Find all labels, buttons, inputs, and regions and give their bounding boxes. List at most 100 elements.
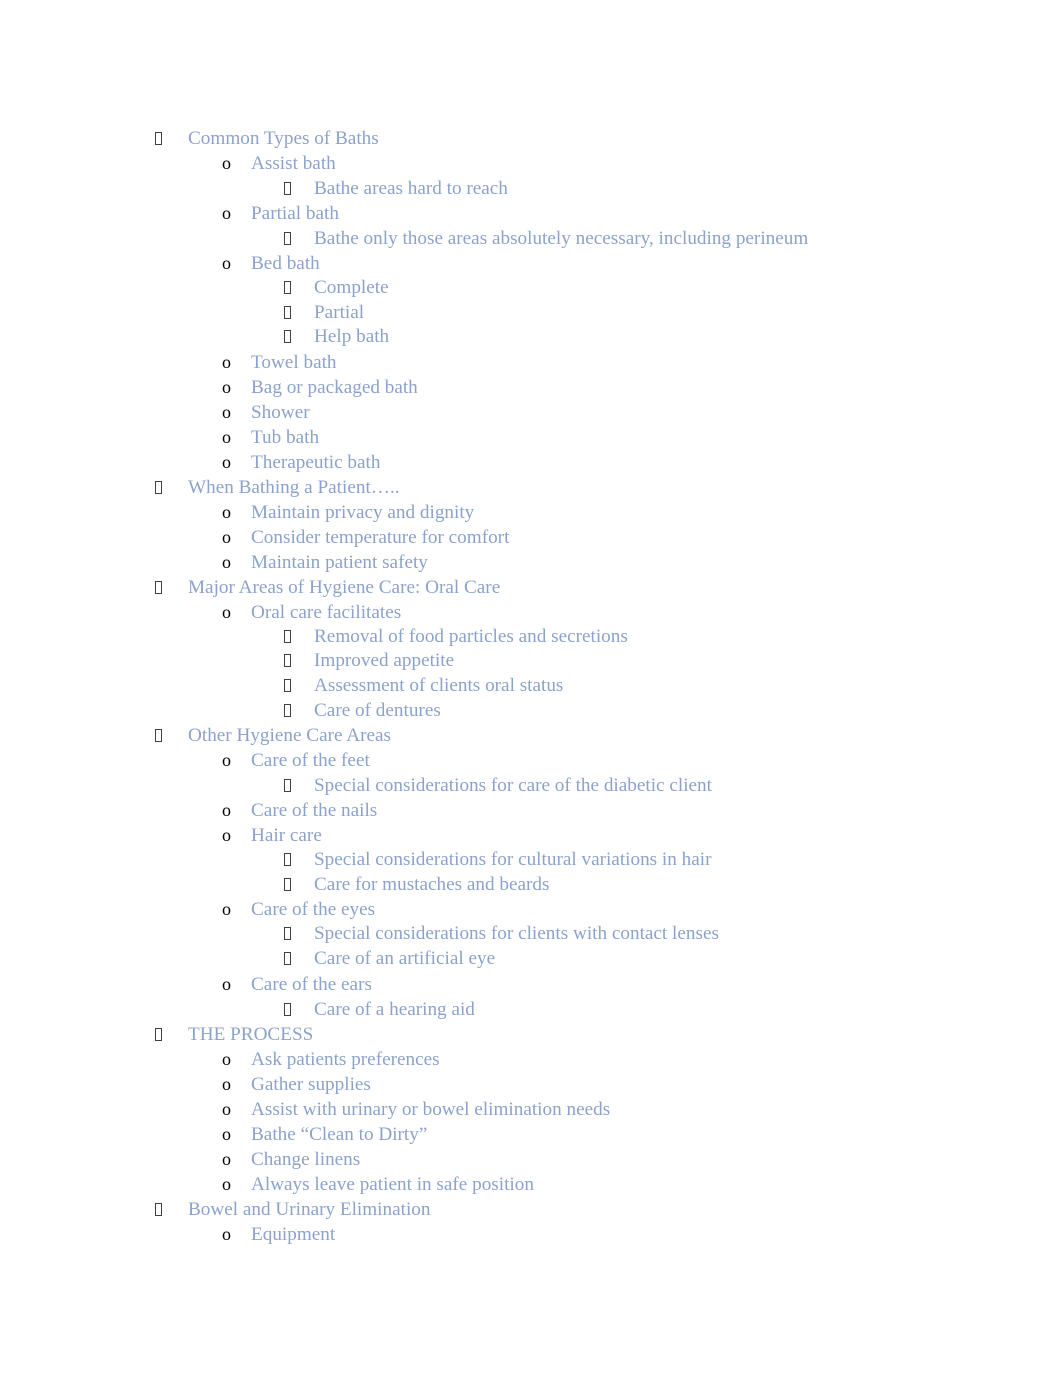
bullet-box-icon bbox=[155, 126, 162, 151]
outline-item-label: Consider temperature for comfort bbox=[251, 526, 510, 548]
outline-item-level-2: o Care of the eyes bbox=[0, 897, 1062, 922]
outline-item-level-3: Help bath bbox=[0, 325, 1062, 350]
missing-glyph-box-icon bbox=[284, 853, 291, 867]
bullet-o-icon: o bbox=[222, 501, 231, 522]
outline-item-level-3: Care of dentures bbox=[0, 699, 1062, 724]
missing-glyph-box-icon bbox=[155, 1202, 162, 1216]
bullet-o-icon: o bbox=[222, 899, 231, 920]
outline-item-label: Assist with urinary or bowel elimination… bbox=[251, 1098, 611, 1120]
outline-item-label: Help bath bbox=[314, 326, 390, 348]
outline-item-level-1: Bowel and Urinary Elimination bbox=[0, 1197, 1062, 1222]
missing-glyph-box-icon bbox=[284, 232, 291, 245]
outline-item-label: Special considerations for care of the d… bbox=[314, 775, 712, 797]
outline-item-level-2: o Shower bbox=[0, 400, 1062, 425]
outline-item-label: Equipment bbox=[251, 1223, 336, 1245]
bullet-o-icon: o bbox=[222, 825, 231, 846]
bullet-o-icon: o bbox=[222, 973, 231, 994]
bullet-o-icon: o bbox=[222, 1073, 231, 1094]
outline-item-label: Bed bath bbox=[251, 253, 320, 274]
bullet-o-icon: o bbox=[222, 601, 231, 622]
bullet-box-icon bbox=[155, 475, 162, 500]
outline-item-level-3: Bathe areas hard to reach bbox=[0, 176, 1062, 201]
outline-item-level-3: Special considerations for cultural vari… bbox=[0, 848, 1062, 873]
outline-item-level-3: Special considerations for care of the d… bbox=[0, 773, 1062, 798]
outline-item-label: Bathe “Clean to Dirty” bbox=[251, 1123, 428, 1145]
bullet-o-icon: o bbox=[222, 451, 231, 472]
outline-item-level-2: o Equipment bbox=[0, 1222, 1062, 1247]
outline-item-level-3: Bathe only those areas absolutely necess… bbox=[0, 226, 1062, 251]
bullet-o-icon: o bbox=[222, 1098, 231, 1119]
missing-glyph-box-icon bbox=[284, 654, 291, 668]
outline-item-level-2: o Partial bath bbox=[0, 201, 1062, 226]
missing-glyph-box-icon bbox=[155, 132, 162, 145]
missing-glyph-box-icon bbox=[284, 629, 291, 643]
missing-glyph-box-icon bbox=[284, 877, 291, 891]
bullet-box-icon bbox=[284, 997, 291, 1022]
outline-item-level-2: o Gather supplies bbox=[0, 1072, 1062, 1097]
bullet-box-icon bbox=[284, 176, 291, 201]
outline-item-level-2: o Assist with urinary or bowel eliminatio… bbox=[0, 1097, 1062, 1122]
outline-item-label: Assist bath bbox=[251, 153, 336, 174]
outline-item-level-2: o Towel bath bbox=[0, 350, 1062, 375]
outline-item-level-3: Complete bbox=[0, 276, 1062, 301]
outline-item-level-3: Improved appetite bbox=[0, 649, 1062, 674]
outline-list: Common Types of Baths o Assist bath Bathe a… bbox=[0, 126, 1062, 1247]
bullet-box-icon bbox=[284, 848, 291, 873]
outline-item-level-1: When Bathing a Patient….. bbox=[0, 475, 1062, 500]
outline-item-level-1: Common Types of Baths bbox=[0, 126, 1062, 151]
outline-item-level-2: o Maintain patient safety bbox=[0, 550, 1062, 575]
bullet-o-icon: o bbox=[222, 203, 231, 223]
bullet-o-icon: o bbox=[222, 1123, 231, 1144]
outline-item-level-3: Special considerations for clients with … bbox=[0, 922, 1062, 947]
outline-item-level-2: o Care of the ears bbox=[0, 972, 1062, 997]
outline-item-level-2: o Bathe “Clean to Dirty” bbox=[0, 1122, 1062, 1147]
outline-item-level-2: o Consider temperature for comfort bbox=[0, 525, 1062, 550]
bullet-o-icon: o bbox=[222, 376, 231, 397]
outline-item-level-2: o Tub bath bbox=[0, 425, 1062, 450]
outline-item-label: Care of the eyes bbox=[251, 899, 376, 921]
bullet-o-icon: o bbox=[222, 750, 231, 771]
bullet-box-icon bbox=[284, 301, 291, 326]
outline-item-label: Tub bath bbox=[251, 426, 320, 448]
outline-item-level-3: Care of an artificial eye bbox=[0, 947, 1062, 972]
bullet-box-icon bbox=[284, 773, 291, 798]
outline-item-level-1: Major Areas of Hygiene Care: Oral Care bbox=[0, 575, 1062, 600]
missing-glyph-box-icon bbox=[284, 281, 291, 294]
outline-item-label: Care of dentures bbox=[314, 699, 441, 721]
outline-item-label: Common Types of Baths bbox=[188, 128, 379, 149]
missing-glyph-box-icon bbox=[155, 1027, 162, 1041]
outline-item-label: THE PROCESS bbox=[188, 1023, 314, 1045]
outline-item-label: When Bathing a Patient….. bbox=[188, 476, 400, 498]
missing-glyph-box-icon bbox=[284, 779, 291, 793]
bullet-box-icon bbox=[155, 723, 162, 748]
missing-glyph-box-icon bbox=[155, 580, 162, 594]
bullet-o-icon: o bbox=[222, 1148, 231, 1169]
bullet-o-icon: o bbox=[222, 153, 231, 173]
missing-glyph-box-icon bbox=[284, 678, 291, 692]
bullet-box-icon bbox=[155, 1197, 162, 1222]
missing-glyph-box-icon bbox=[284, 305, 291, 319]
outline-item-label: Special considerations for clients with … bbox=[314, 923, 719, 945]
outline-item-level-1: Other Hygiene Care Areas bbox=[0, 723, 1062, 748]
bullet-o-icon: o bbox=[222, 1223, 231, 1244]
outline-item-label: Maintain privacy and dignity bbox=[251, 501, 475, 523]
outline-item-label: Oral care facilitates bbox=[251, 601, 402, 623]
outline-item-level-2: o Therapeutic bath bbox=[0, 450, 1062, 475]
outline-item-label: Complete bbox=[314, 277, 389, 298]
bullet-box-icon bbox=[284, 674, 291, 699]
bullet-o-icon: o bbox=[222, 526, 231, 547]
bullet-box-icon bbox=[284, 625, 291, 650]
bullet-o-icon: o bbox=[222, 401, 231, 422]
missing-glyph-box-icon bbox=[284, 1002, 291, 1016]
bullet-o-icon: o bbox=[222, 426, 231, 447]
outline-item-level-3: Partial bbox=[0, 301, 1062, 326]
outline-item-level-2: o Always leave patient in safe position bbox=[0, 1172, 1062, 1197]
outline-item-label: Ask patients preferences bbox=[251, 1048, 440, 1070]
outline-item-label: Maintain patient safety bbox=[251, 551, 428, 573]
outline-item-level-2: o Care of the nails bbox=[0, 798, 1062, 823]
outline-item-label: Shower bbox=[251, 401, 310, 423]
outline-item-label: Always leave patient in safe position bbox=[251, 1173, 534, 1195]
bullet-box-icon bbox=[284, 649, 291, 674]
bullet-o-icon: o bbox=[222, 1173, 231, 1194]
missing-glyph-box-icon bbox=[155, 480, 162, 494]
